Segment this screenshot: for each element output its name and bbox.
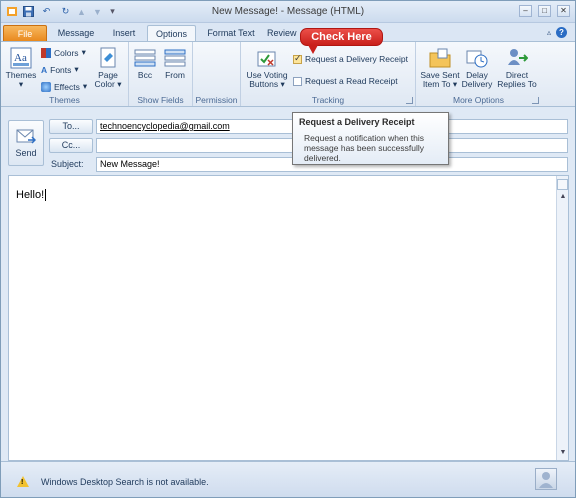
tracking-group-label: Tracking: [311, 95, 345, 105]
delay-label: Delay Delivery: [461, 70, 493, 89]
tab-format-text[interactable]: Format Text: [201, 25, 261, 42]
effects-label: Effects: [54, 81, 80, 92]
delivery-receipt-checkbox[interactable]: Request a Delivery Receipt: [293, 53, 408, 64]
warning-exclamation-icon: !: [21, 479, 24, 486]
from-label: From: [165, 70, 185, 80]
message-body[interactable]: Hello! ▲ ▼: [8, 175, 569, 461]
cc-button[interactable]: Cc...: [49, 138, 93, 153]
subject-label: Subject:: [51, 159, 84, 169]
colors-button[interactable]: Colors ▾: [41, 47, 86, 58]
maximize-button[interactable]: □: [538, 5, 551, 17]
colors-label: Colors: [54, 47, 79, 58]
clock-icon: [466, 47, 488, 69]
help-icon[interactable]: ?: [556, 27, 567, 38]
body-text-line: Hello!: [16, 189, 47, 202]
use-voting-buttons-button[interactable]: Use Voting Buttons ▾: [245, 47, 289, 89]
read-receipt-checkbox[interactable]: Request a Read Receipt: [293, 76, 398, 86]
fonts-icon: A: [41, 64, 48, 75]
contact-picture-icon[interactable]: [535, 468, 557, 490]
vertical-scrollbar[interactable]: ▲ ▼: [556, 176, 568, 460]
fonts-button[interactable]: A Fonts ▾: [41, 64, 79, 75]
bcc-icon: [134, 47, 156, 69]
delay-delivery-button[interactable]: Delay Delivery: [461, 47, 493, 89]
group-more-options: Save Sent Item To ▾ Delay Delivery Direc…: [416, 42, 541, 106]
svg-text:Aa: Aa: [14, 52, 27, 64]
status-text: Windows Desktop Search is not available.: [41, 477, 209, 487]
from-button[interactable]: From: [161, 47, 189, 80]
to-button[interactable]: To...: [49, 119, 93, 134]
group-permission: Permission: [193, 42, 241, 106]
themes-button[interactable]: Aa Themes ▾: [5, 47, 37, 89]
show-fields-group-label: Show Fields: [137, 95, 184, 105]
direct-label: Direct Replies To: [497, 70, 537, 89]
send-button[interactable]: Send: [8, 120, 44, 166]
colors-icon: [41, 47, 51, 58]
page-color-label: Page Color: [94, 70, 118, 89]
fonts-label: Fonts: [50, 64, 72, 75]
direct-replies-icon: [506, 47, 529, 69]
check-here-callout: Check Here: [300, 28, 383, 46]
body-text: Hello!: [16, 189, 45, 201]
minimize-button[interactable]: –: [519, 5, 532, 17]
more-options-launcher-icon[interactable]: [532, 97, 539, 104]
themes-icon: Aa: [10, 47, 32, 69]
people-pane-bar: ! Windows Desktop Search is not availabl…: [1, 461, 575, 497]
title-bar: ↶ ↻ ▲ ▼ ▾ New Message! - Message (HTML) …: [1, 1, 575, 23]
scroll-down-icon[interactable]: ▼: [558, 448, 568, 458]
more-options-group-label: More Options: [452, 95, 505, 105]
tracking-launcher-icon[interactable]: [406, 97, 413, 104]
send-label: Send: [15, 148, 37, 158]
voting-label: Use Voting Buttons: [246, 70, 288, 89]
callout-pointer: [308, 45, 318, 54]
minimize-ribbon-icon[interactable]: ▵: [547, 28, 551, 37]
bcc-label: Bcc: [137, 70, 153, 80]
themes-label: Themes: [5, 70, 37, 80]
group-themes: Aa Themes ▾ Colors ▾ A Fonts ▾ Effects ▾ Pag: [1, 42, 129, 106]
ribbon-tabs: File Message Insert Options Format Text …: [1, 23, 575, 42]
voting-icon: [256, 47, 278, 69]
read-receipt-check-icon: [293, 76, 302, 86]
window-title: New Message! - Message (HTML): [211, 6, 365, 17]
bcc-button[interactable]: Bcc: [132, 47, 158, 80]
effects-button[interactable]: Effects ▾: [41, 81, 87, 92]
outlook-message-window: ↶ ↻ ▲ ▼ ▾ New Message! - Message (HTML) …: [0, 0, 576, 498]
effects-icon: [41, 81, 51, 92]
delivery-receipt-check-icon: [293, 53, 302, 64]
send-icon: [16, 127, 37, 145]
folder-icon: [429, 47, 451, 69]
page-color-button[interactable]: Page Color ▾: [91, 47, 125, 89]
close-button[interactable]: ✕: [557, 5, 570, 17]
direct-replies-button[interactable]: Direct Replies To: [496, 47, 538, 89]
tab-message[interactable]: Message: [53, 25, 99, 42]
ribbon: Aa Themes ▾ Colors ▾ A Fonts ▾ Effects ▾ Pag: [1, 41, 575, 107]
ruler-toggle-icon[interactable]: [557, 179, 568, 190]
tab-insert[interactable]: Insert: [104, 25, 144, 42]
permission-group-label: Permission: [195, 95, 238, 105]
save-sent-label: Save Sent Item To: [420, 70, 460, 89]
text-caret: [45, 189, 47, 202]
scroll-up-icon[interactable]: ▲: [558, 192, 568, 202]
message-header: Send To... technoencyclopedia@gmail.com …: [1, 107, 575, 175]
save-sent-item-button[interactable]: Save Sent Item To ▾: [419, 47, 461, 89]
tab-file[interactable]: File: [3, 25, 47, 42]
group-show-fields: Bcc From Show Fields: [129, 42, 193, 106]
delivery-receipt-tooltip: Request a Delivery Receipt Request a not…: [292, 112, 449, 165]
tab-options[interactable]: Options: [147, 25, 196, 42]
delivery-receipt-label: Request a Delivery Receipt: [305, 54, 408, 64]
from-icon: [164, 47, 186, 69]
read-receipt-label: Request a Read Receipt: [305, 76, 398, 86]
page-color-icon: [97, 47, 119, 69]
themes-group-label: Themes: [49, 95, 80, 105]
tooltip-title: Request a Delivery Receipt: [299, 117, 415, 127]
tooltip-body: Request a notification when this message…: [304, 133, 425, 163]
group-tracking: Use Voting Buttons ▾ Request a Delivery …: [241, 42, 416, 106]
